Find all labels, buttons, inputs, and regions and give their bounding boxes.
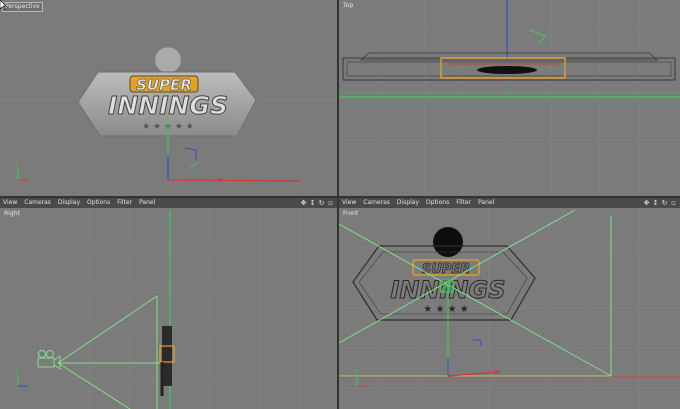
nav-icons-front: ✥ ↕ ↻ ▫ <box>643 198 677 208</box>
viewport-top[interactable]: Top <box>339 0 680 196</box>
menu-panel[interactable]: Panel <box>478 198 494 208</box>
front-corner-gizmo: Y <box>353 369 367 387</box>
menu-view[interactable]: View <box>342 198 356 208</box>
menu-view[interactable]: View <box>3 198 17 208</box>
viewport-label-perspective[interactable]: Perspective <box>2 2 43 12</box>
right-logo-side <box>159 326 175 396</box>
rotate-icon[interactable]: ↻ <box>318 199 325 207</box>
mouse-cursor-icon <box>0 0 7 10</box>
front-logo-stars: ★ ★ ★ ★ <box>423 304 468 315</box>
viewport-label-right[interactable]: Right <box>2 210 22 218</box>
menubar-front: View Cameras Display Options Filter Pane… <box>339 198 680 208</box>
menu-options[interactable]: Options <box>87 198 110 208</box>
logo-innings-text: INNINGS <box>108 91 228 120</box>
menu-display[interactable]: Display <box>58 198 80 208</box>
nav-icons-right: ✥ ↕ ↻ ▫ <box>300 198 334 208</box>
corner-gizmo: Y <box>14 163 28 181</box>
front-grid <box>339 208 680 409</box>
menu-panel[interactable]: Panel <box>139 198 155 208</box>
right-camera-frustum <box>57 295 165 409</box>
menu-display[interactable]: Display <box>397 198 419 208</box>
viewport-right[interactable]: View Cameras Display Options Filter Pane… <box>0 198 337 409</box>
menu-cameras[interactable]: Cameras <box>363 198 390 208</box>
menu-filter[interactable]: Filter <box>117 198 132 208</box>
viewport-label-top[interactable]: Top <box>341 2 355 10</box>
top-logo-wire <box>342 52 676 81</box>
viewport-label-front[interactable]: Front <box>341 210 360 218</box>
menu-filter[interactable]: Filter <box>456 198 471 208</box>
maximize-icon[interactable]: ▫ <box>327 199 334 207</box>
top-grid <box>339 0 680 196</box>
viewport-front[interactable]: View Cameras Display Options Filter Pane… <box>339 198 680 409</box>
dolly-icon[interactable]: ↕ <box>652 199 659 207</box>
menu-cameras[interactable]: Cameras <box>24 198 51 208</box>
right-scene: Y <box>0 208 337 409</box>
top-scene <box>339 0 680 196</box>
right-corner-gizmo: Y <box>14 369 28 387</box>
menubar-right: View Cameras Display Options Filter Pane… <box>0 198 337 208</box>
top-camera-marker <box>528 29 546 45</box>
perspective-scene: SUPER INNINGS ★ ★ ★ ★ ★ Y <box>0 46 337 182</box>
logo-3d: SUPER INNINGS ★ ★ ★ ★ ★ <box>77 46 257 137</box>
menu-options[interactable]: Options <box>426 198 449 208</box>
viewport-perspective[interactable]: Perspective SUPER INNINGS ★ ★ ★ ★ ★ Y <box>0 0 337 196</box>
maximize-icon[interactable]: ▫ <box>670 199 677 207</box>
rotate-icon[interactable]: ↻ <box>661 199 668 207</box>
dolly-icon[interactable]: ↕ <box>309 199 316 207</box>
move-icon[interactable]: ✥ <box>643 199 650 207</box>
move-icon[interactable]: ✥ <box>300 199 307 207</box>
front-logo-wire: SUPER INNINGS ★ ★ ★ ★ <box>352 227 536 321</box>
camera-icon <box>37 350 61 370</box>
front-scene: SUPER INNINGS ★ ★ ★ ★ Y <box>339 208 680 409</box>
